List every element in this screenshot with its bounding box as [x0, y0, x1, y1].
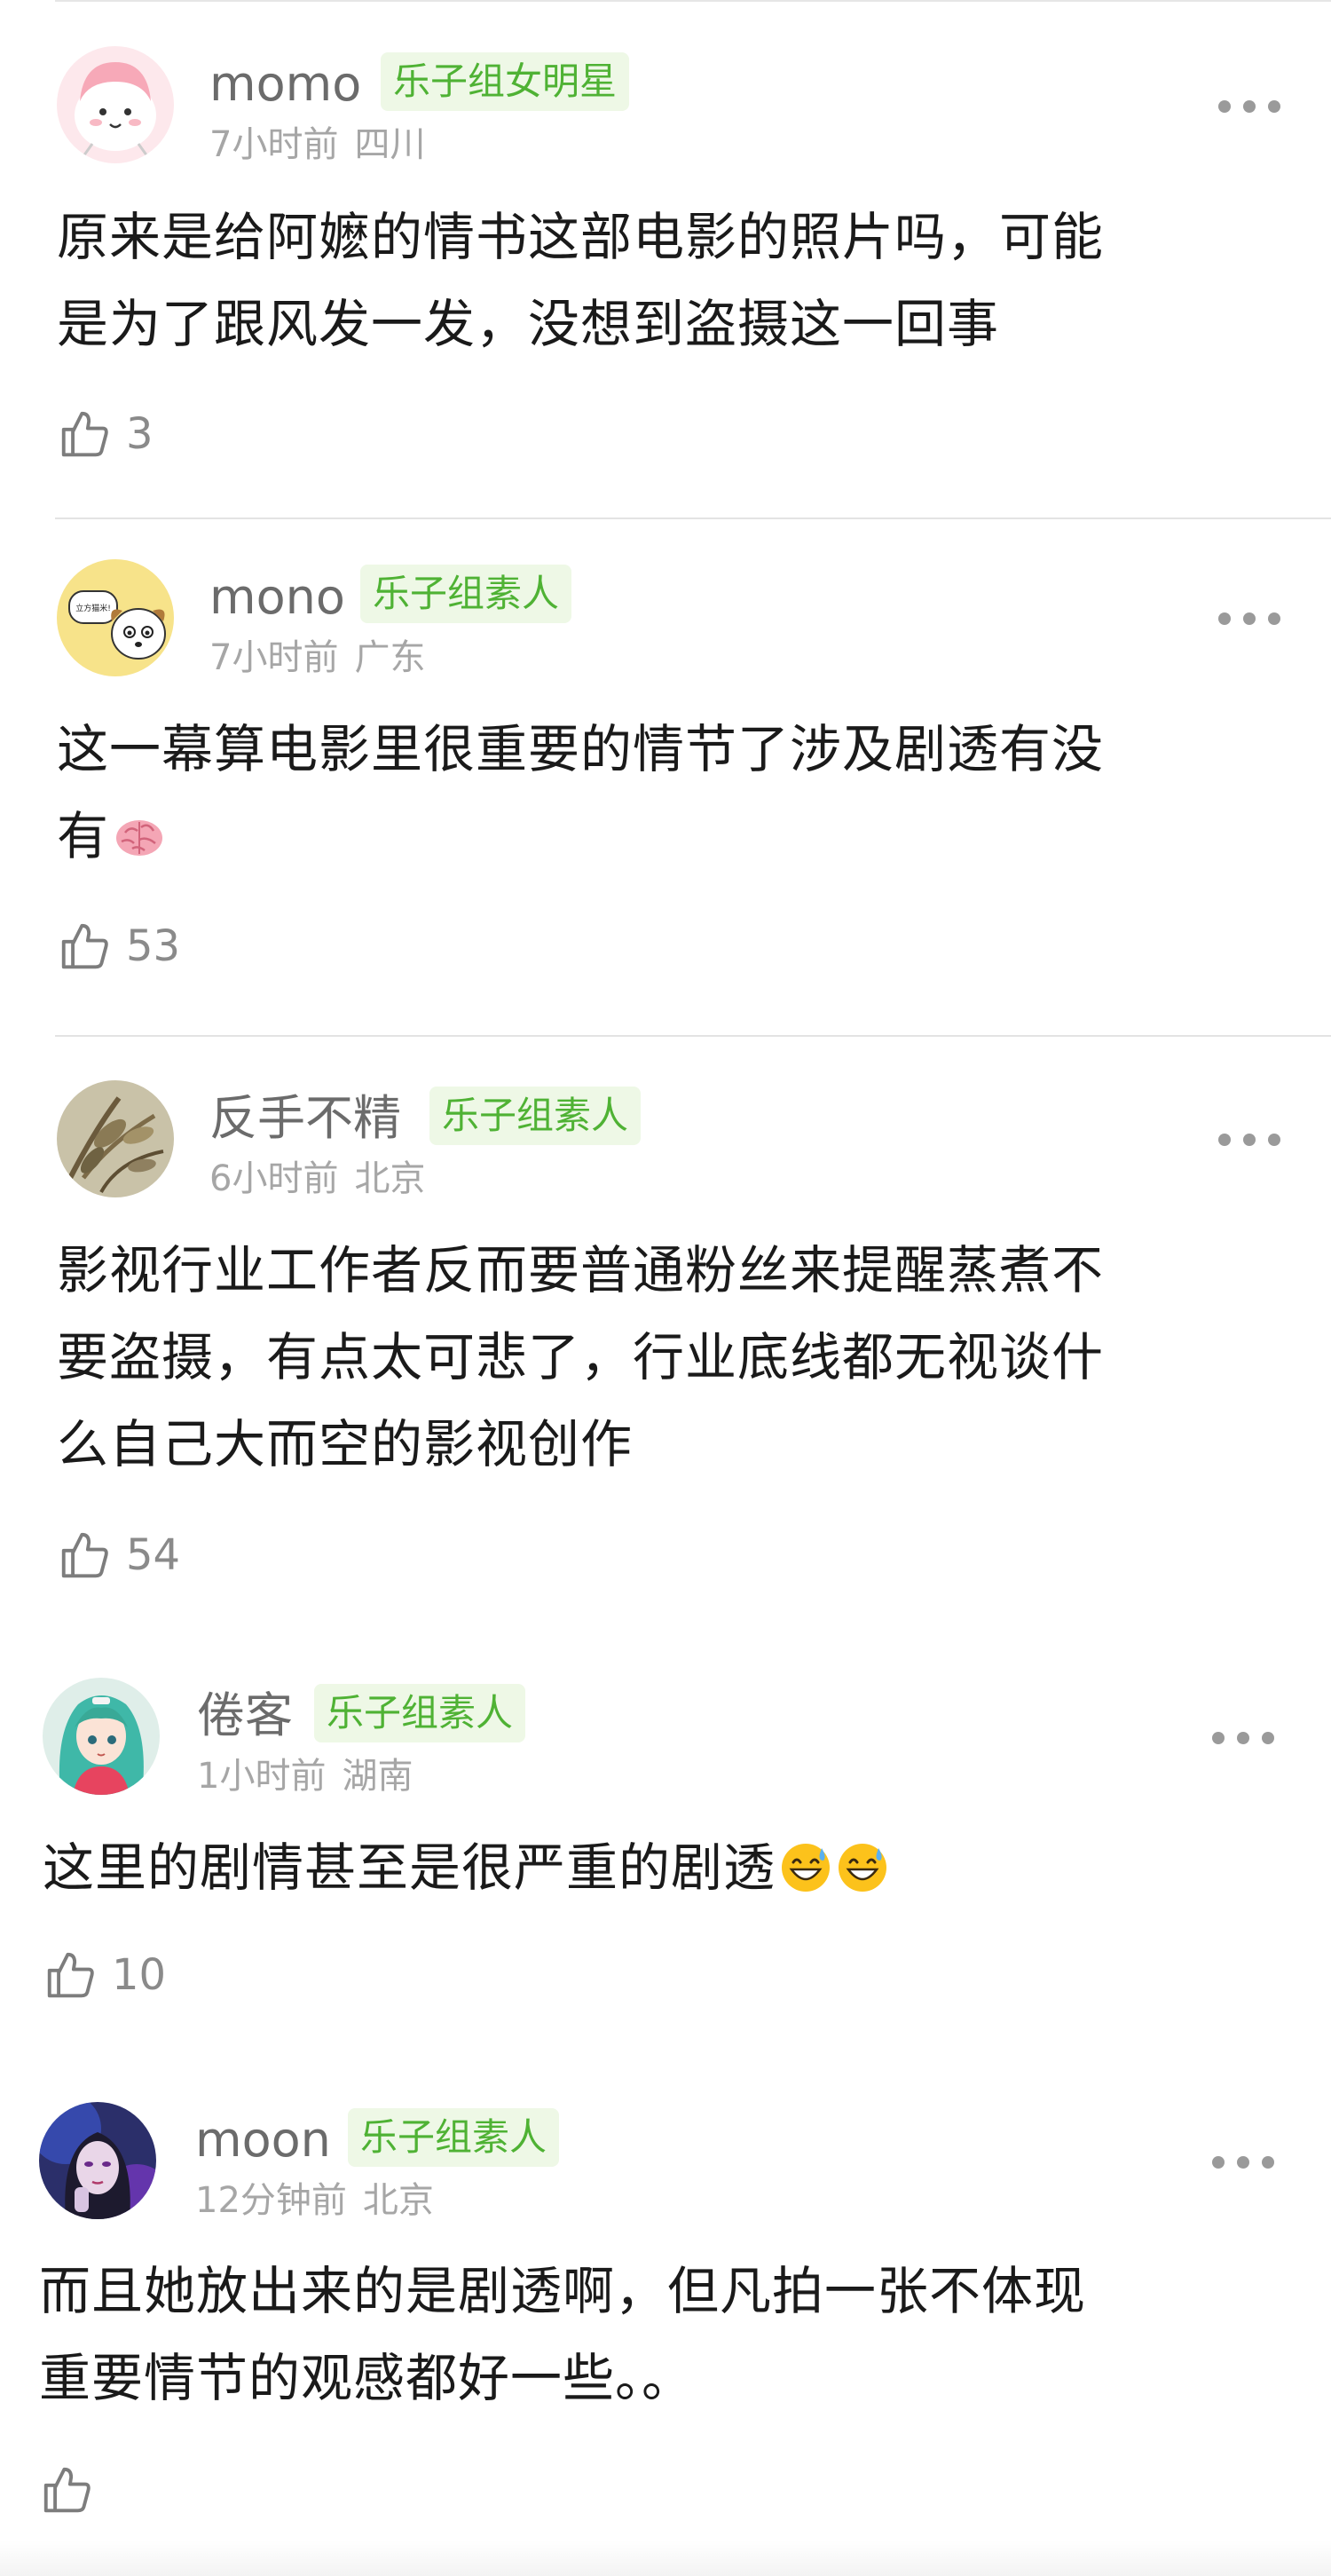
svg-text:立方猫米!: 立方猫米! [75, 603, 111, 613]
anime-girl-avatar-icon[interactable] [43, 1678, 160, 1795]
comment-location: 四川 [354, 124, 426, 165]
comment-username[interactable]: moon [195, 2116, 331, 2164]
grinning-sweat-emoji [779, 1841, 832, 1894]
like-button[interactable]: 54 [57, 1524, 180, 1586]
comment-meta: 7小时前 四川 [209, 127, 425, 162]
comment-time: 6小时前 [209, 1158, 339, 1199]
comment-text-line: 重要情节的观感都好一些。。 [39, 2348, 695, 2408]
comment-text-line: 是为了跟风发一发，没想到盗摄这一回事 [57, 294, 1000, 354]
comment-text-line-with-emoji: 这里的剧情甚至是很严重的剧透 [43, 1824, 889, 1911]
like-count: 54 [126, 1530, 181, 1580]
like-count: 10 [112, 1950, 167, 2000]
comment-text: 这一幕算电影里很重要的情节了涉及剧透有没 有 [57, 706, 1104, 880]
comment-time: 7小时前 [209, 124, 339, 165]
comment-username[interactable]: mono [209, 573, 345, 621]
user-badge: 乐子组女明星 [381, 52, 630, 111]
comment-text-line: 原来是给阿嬷的情书这部电影的照片吗，可能 [57, 207, 1105, 267]
comment-text: 而且她放出来的是剧透啊，但凡拍一张不体现 重要情节的观感都好一些。。 [39, 2248, 1086, 2422]
comment-username[interactable]: 倦客 [197, 1692, 293, 1740]
user-badge: 乐子组素人 [314, 1684, 526, 1742]
comment-text-line: 这一幕算电影里很重要的情节了涉及剧透有没 [57, 719, 1105, 779]
plant-photo-avatar-icon[interactable] [57, 1080, 174, 1197]
comment-text: 这里的剧情甚至是很严重的剧透 [43, 1824, 889, 1911]
neon-portrait-avatar-icon[interactable] [39, 2102, 156, 2219]
brain-emoji [113, 810, 166, 863]
comment-time: 12分钟前 [195, 2180, 347, 2221]
comment-divider [55, 1035, 1331, 1037]
top-divider [55, 0, 1331, 2]
like-count: 53 [126, 921, 181, 971]
comment-meta: 6小时前 北京 [209, 1161, 425, 1197]
thumbs-up-icon [57, 407, 112, 462]
pink-cartoon-avatar-icon[interactable] [57, 46, 174, 163]
comment-meta: 12分钟前 北京 [195, 2183, 434, 2218]
comment-text-line: 这里的剧情甚至是很严重的剧透 [43, 1837, 776, 1898]
comment-location: 北京 [362, 2180, 434, 2221]
comment-text-line: 影视行业工作者反而要普通粉丝来提醒蒸煮不 [57, 1240, 1105, 1300]
comment-text: 影视行业工作者反而要普通粉丝来提醒蒸煮不 要盗摄，有点太可悲了，行业底线都无视谈… [57, 1227, 1104, 1488]
comment-meta: 1小时前 湖南 [197, 1758, 413, 1794]
more-options-icon[interactable] [1218, 1129, 1280, 1150]
comment-divider [55, 518, 1331, 519]
user-badge: 乐子组素人 [360, 565, 572, 623]
cartoon-dog-avatar-icon[interactable]: 立方猫米! [57, 559, 174, 676]
comment-location: 湖南 [342, 1756, 413, 1797]
comment-text-line-with-emoji: 有 [57, 793, 1104, 880]
more-options-icon[interactable] [1218, 608, 1280, 629]
bottom-shadow [0, 2540, 1331, 2576]
comment-text-line: 有 [57, 806, 110, 866]
thumbs-up-icon [39, 2462, 94, 2517]
comment-location: 广东 [354, 637, 426, 678]
thumbs-up-icon [57, 919, 112, 974]
comment-time: 7小时前 [209, 637, 339, 678]
comment-username[interactable]: momo [209, 60, 361, 108]
more-options-icon[interactable] [1212, 2152, 1274, 2173]
comment-text-line: 要盗摄，有点太可悲了，行业底线都无视谈什 [57, 1327, 1105, 1387]
comment-username[interactable]: 反手不精 [209, 1094, 401, 1142]
thumbs-up-icon [43, 1948, 98, 2003]
more-options-icon[interactable] [1212, 1727, 1274, 1749]
user-badge: 乐子组素人 [348, 2108, 560, 2167]
grinning-sweat-emoji [836, 1841, 889, 1894]
comment-location: 北京 [354, 1158, 426, 1199]
like-button[interactable]: 10 [43, 1944, 166, 2006]
comment-text-line: 而且她放出来的是剧透啊，但凡拍一张不体现 [39, 2261, 1087, 2321]
like-button[interactable]: 3 [57, 403, 154, 465]
thumbs-up-icon [57, 1528, 112, 1583]
like-count: 3 [126, 409, 154, 459]
user-badge: 乐子组素人 [429, 1087, 642, 1145]
comment-time: 1小时前 [197, 1756, 327, 1797]
comment-text-line: 么自己大而空的影视创作 [57, 1414, 634, 1474]
comment-text: 原来是给阿嬷的情书这部电影的照片吗，可能 是为了跟风发一发，没想到盗摄这一回事 [57, 194, 1104, 367]
comment-meta: 7小时前 广东 [209, 640, 425, 676]
like-button[interactable]: 53 [57, 915, 180, 977]
like-button[interactable] [39, 2459, 108, 2521]
more-options-icon[interactable] [1218, 96, 1280, 117]
